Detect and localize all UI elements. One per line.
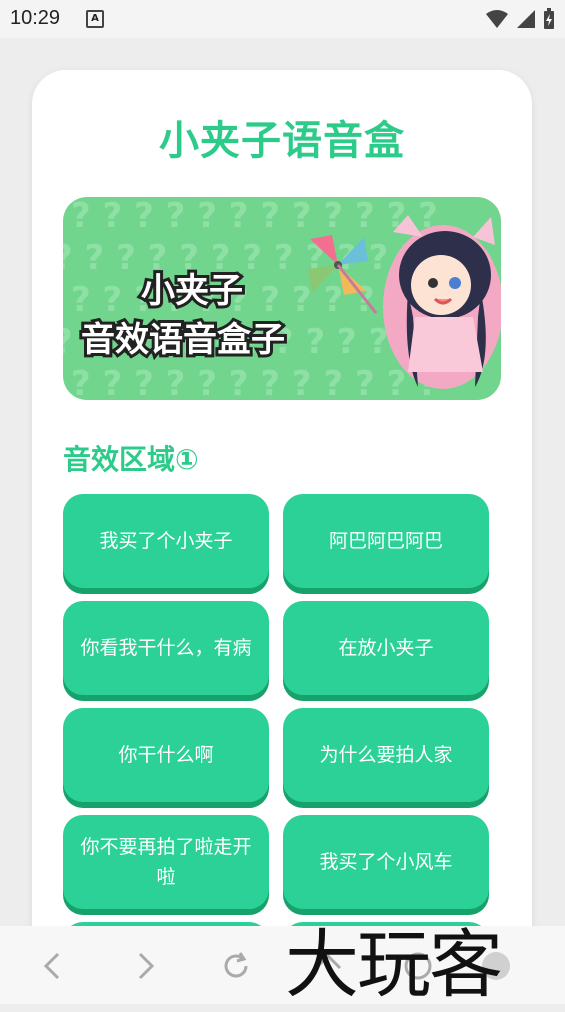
sound-button[interactable]: 你不要再拍了啦走开啦 xyxy=(63,815,269,909)
forward-icon[interactable] xyxy=(126,948,162,984)
banner-image: ? ? ? ? ? ? ? ? ? ? ? ? ? ? ? ? ? ? ? ? … xyxy=(63,197,501,400)
status-time: 10:29 xyxy=(10,7,61,29)
refresh-icon[interactable] xyxy=(218,948,254,984)
main-card: 小夹子语音盒 ? ? ? ? ? ? ? ? ? ? ? ? ? ? ? ? ?… xyxy=(32,70,532,970)
status-bar: 10:29 A xyxy=(0,0,565,38)
wifi-icon xyxy=(486,10,508,28)
banner-title-line2: 音效语音盒子 xyxy=(78,317,288,363)
sound-button[interactable]: 你看我干什么，有病 xyxy=(63,601,269,695)
sound-button[interactable]: 为什么要拍人家 xyxy=(283,708,489,802)
watermark-text: 大玩客 xyxy=(285,922,503,1008)
banner-title-line1: 小夹子 xyxy=(138,268,246,314)
notification-icon: A xyxy=(86,10,104,28)
sound-button[interactable]: 在放小夹子 xyxy=(283,601,489,695)
sound-button[interactable]: 我买了个小风车 xyxy=(283,815,489,909)
question-mark-pattern: ? ? ? ? ? ? ? ? ? ? ? ? ? ? ? ? ? ? ? ? … xyxy=(63,197,501,400)
app-title: 小夹子语音盒 xyxy=(159,118,405,164)
sound-button[interactable]: 阿巴阿巴阿巴 xyxy=(283,494,489,588)
battery-icon xyxy=(544,8,554,29)
back-icon[interactable] xyxy=(36,948,72,984)
signal-icon xyxy=(517,10,535,28)
status-icons xyxy=(485,8,555,30)
svg-text:? ? ? ? ? ? ? ? ? ? ? ?: ? ? ? ? ? ? ? ? ? ? ? ? xyxy=(71,197,438,236)
section-title: 音效区域① xyxy=(63,443,199,476)
svg-text:? ? ? ? ? ? ? ? ? ? ? ?: ? ? ? ? ? ? ? ? ? ? ? ? xyxy=(71,364,438,400)
sound-button[interactable]: 你干什么啊 xyxy=(63,708,269,802)
sound-button[interactable]: 我买了个小夹子 xyxy=(63,494,269,588)
